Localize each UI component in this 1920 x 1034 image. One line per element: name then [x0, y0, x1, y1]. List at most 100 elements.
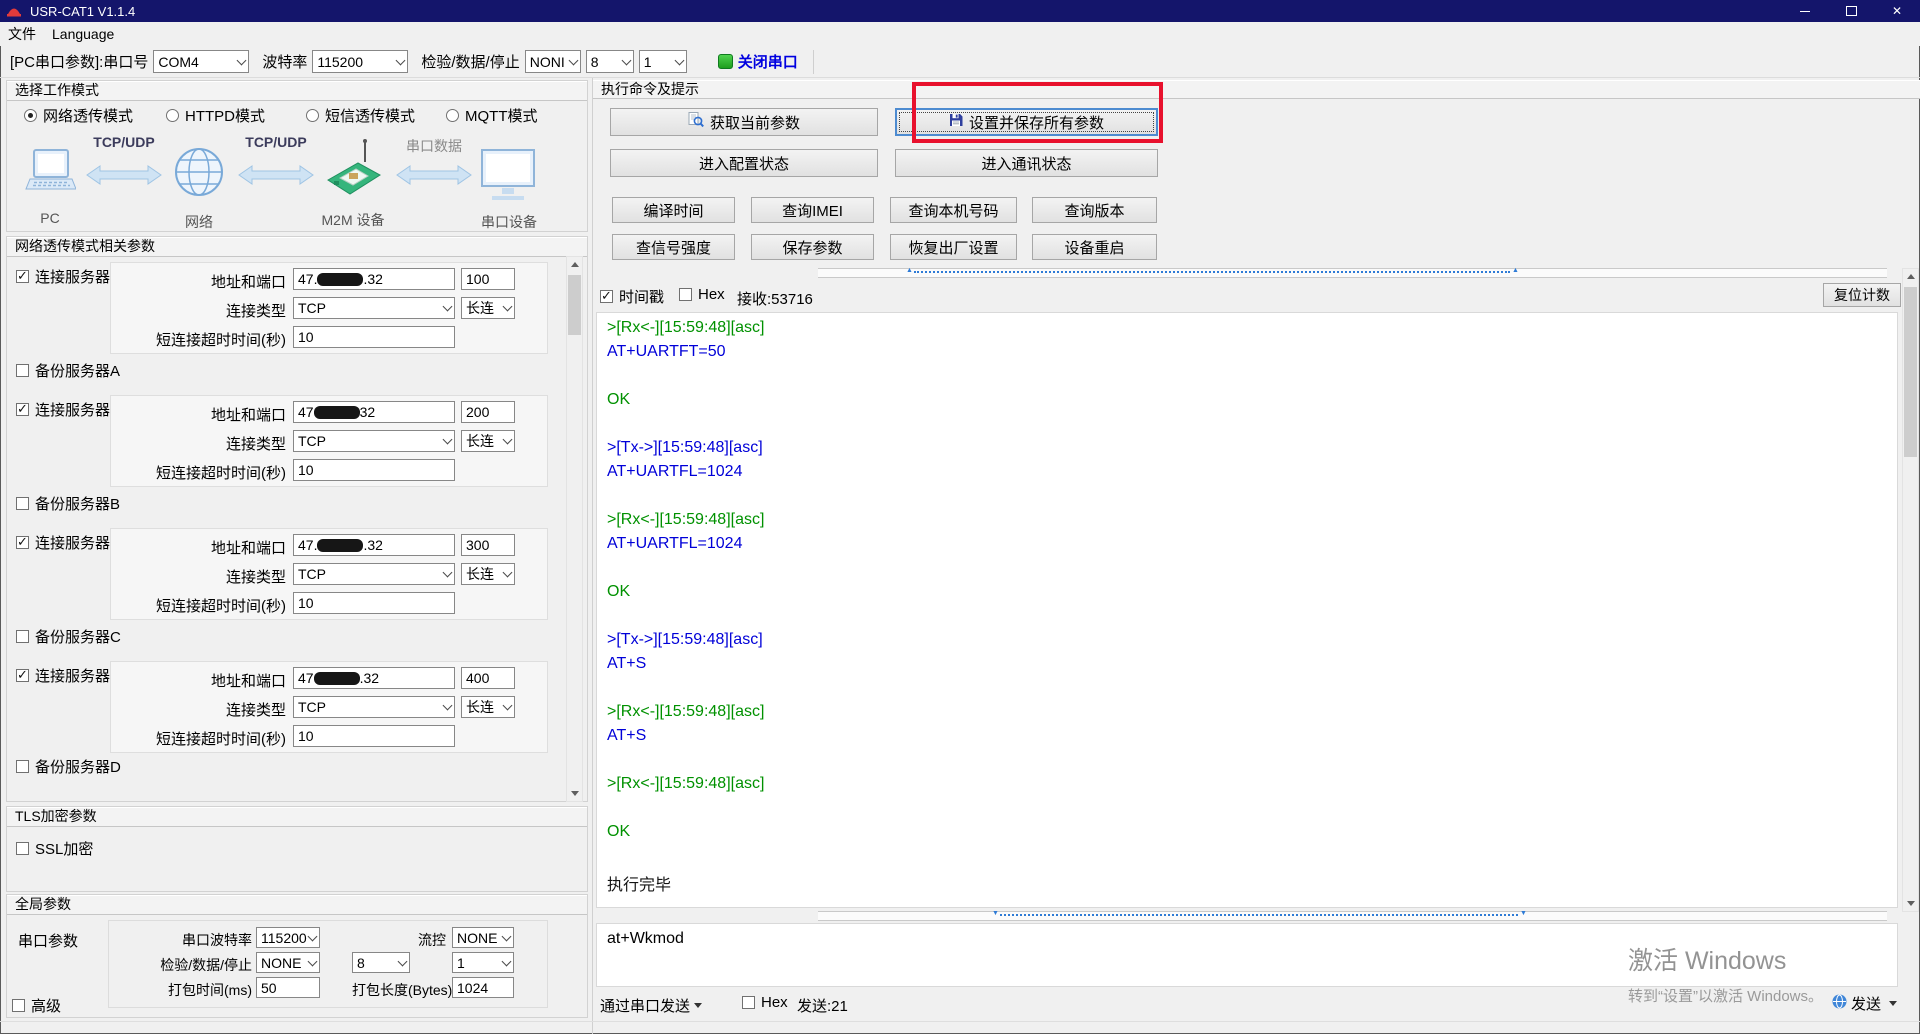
commands-title: 执行命令及提示	[593, 80, 1920, 99]
radio-net-transparent-mode[interactable]: 网络透传模式	[24, 105, 133, 126]
server-a-conn-mode-select[interactable]: 长连	[461, 297, 515, 319]
set-save-all-params-button[interactable]: 设置并保存所有参数	[895, 108, 1158, 136]
flow-control-select[interactable]: NONE	[452, 927, 514, 948]
log-line-blank	[607, 367, 1887, 391]
checkbox-icon	[16, 630, 29, 643]
server-d-conn-mode-select[interactable]: 长连	[461, 696, 515, 718]
checkbox-timestamp[interactable]: 时间戳	[600, 286, 664, 307]
scroll-down-icon[interactable]	[1903, 896, 1918, 911]
send-button[interactable]: 发送	[1832, 993, 1897, 1014]
server-c-timeout-input[interactable]: 10	[293, 592, 455, 614]
enter-config-state-button[interactable]: 进入配置状态	[610, 149, 878, 177]
server-d-type-select[interactable]: TCP	[293, 696, 455, 718]
query-phone-number-button[interactable]: 查询本机号码	[890, 197, 1017, 223]
server-d-timeout-input[interactable]: 10	[293, 725, 455, 747]
server-a-panel: 地址和端口 47..32 100 连接类型 TCP 长连 短连接超时时间(秒) …	[110, 262, 548, 354]
log-output[interactable]: >[Rx<-][15:59:48][asc] AT+UARTFT=50 OK >…	[596, 312, 1898, 908]
chevron-down-icon	[502, 931, 512, 941]
scrollbar-thumb[interactable]	[1904, 287, 1917, 457]
log-scrollbar[interactable]	[1902, 268, 1919, 912]
server-b-type-select[interactable]: TCP	[293, 430, 455, 452]
radio-sms-mode[interactable]: 短信透传模式	[306, 105, 415, 126]
server-a-timeout-input[interactable]: 10	[293, 326, 455, 348]
addr-port-label: 地址和端口	[111, 670, 286, 691]
panel-divider	[592, 78, 593, 1034]
server-c-address-input[interactable]: 47..32	[293, 534, 455, 556]
log-line: >[Rx<-][15:59:48][asc]	[607, 511, 1887, 535]
save-params-button[interactable]: 保存参数	[751, 234, 874, 260]
radio-httpd-mode[interactable]: HTTPD模式	[166, 105, 265, 126]
checkbox-advanced[interactable]: 高级	[12, 995, 61, 1016]
server-a-type-select[interactable]: TCP	[293, 297, 455, 319]
server-b-port-input[interactable]: 200	[461, 401, 515, 423]
checkbox-send-hex[interactable]: Hex	[742, 994, 788, 1011]
get-current-params-button[interactable]: 获取当前参数	[610, 108, 878, 136]
log-line-blank	[607, 751, 1887, 775]
checkbox-connect-server-c[interactable]: 连接服务器C	[16, 532, 121, 553]
scrollbar-thumb[interactable]	[568, 275, 581, 335]
log-line: >[Rx<-][15:59:48][asc]	[607, 703, 1887, 727]
com-port-select[interactable]: COM4	[153, 50, 249, 73]
databits-select[interactable]: 8	[586, 50, 634, 73]
checkbox-log-hex[interactable]: Hex	[679, 286, 725, 303]
server-b-address-input[interactable]: 4732	[293, 401, 455, 423]
stopbits-select[interactable]: 1	[639, 50, 687, 73]
server-d-port-input[interactable]: 400	[461, 667, 515, 689]
maximize-button[interactable]	[1828, 0, 1874, 22]
scroll-up-icon[interactable]	[1903, 269, 1918, 284]
radio-icon	[446, 109, 459, 122]
left-panel-scrollbar[interactable]	[566, 256, 583, 802]
server-a-address-input[interactable]: 47..32	[293, 268, 455, 290]
network-params-title: 网络透传模式相关参数	[7, 237, 587, 257]
log-top-scrollbar[interactable]: ▲▲	[818, 268, 1887, 278]
global-parity-select[interactable]: NONE	[256, 952, 320, 973]
device-restart-button[interactable]: 设备重启	[1032, 234, 1157, 260]
server-b-conn-mode-select[interactable]: 长连	[461, 430, 515, 452]
close-port-button[interactable]: 关闭串口	[738, 51, 798, 72]
enter-comm-state-button[interactable]: 进入通讯状态	[895, 149, 1158, 177]
pack-length-input[interactable]: 1024	[452, 977, 514, 998]
server-b-timeout-input[interactable]: 10	[293, 459, 455, 481]
send-via-serial-button[interactable]: 通过串口发送	[600, 995, 702, 1016]
query-version-button[interactable]: 查询版本	[1032, 197, 1157, 223]
checkbox-connect-server-a[interactable]: 连接服务器A	[16, 266, 120, 287]
log-bottom-scrollbar[interactable]: ▼▼	[818, 911, 1887, 921]
server-a-port-input[interactable]: 100	[461, 268, 515, 290]
global-stopbits-select[interactable]: 1	[452, 952, 514, 973]
checkbox-backup-server-d[interactable]: 备份服务器D	[16, 756, 121, 777]
checkbox-icon	[16, 842, 29, 855]
radio-mqtt-mode[interactable]: MQTT模式	[446, 105, 538, 126]
global-baud-select[interactable]: 115200	[256, 927, 320, 948]
minimize-button[interactable]	[1782, 0, 1828, 22]
query-signal-button[interactable]: 查信号强度	[612, 234, 735, 260]
sent-counter: 发送:21	[797, 995, 848, 1016]
factory-reset-button[interactable]: 恢复出厂设置	[890, 234, 1017, 260]
server-c-type-select[interactable]: TCP	[293, 563, 455, 585]
chevron-down-icon	[443, 701, 453, 711]
pack-time-input[interactable]: 50	[256, 977, 320, 998]
checkbox-backup-server-c[interactable]: 备份服务器C	[16, 626, 121, 647]
global-params-title: 全局参数	[7, 895, 587, 915]
baud-select[interactable]: 115200	[312, 50, 408, 73]
server-c-port-input[interactable]: 300	[461, 534, 515, 556]
scroll-down-icon[interactable]	[567, 786, 582, 801]
menu-language[interactable]: Language	[44, 26, 122, 42]
reset-counter-button[interactable]: 复位计数	[1823, 283, 1901, 307]
checkbox-backup-server-a[interactable]: 备份服务器A	[16, 360, 120, 381]
server-d-address-input[interactable]: 47.32	[293, 667, 455, 689]
checkbox-connect-server-d[interactable]: 连接服务器D	[16, 665, 121, 686]
menu-file[interactable]: 文件	[0, 24, 44, 44]
checkbox-ssl[interactable]: SSL加密	[16, 838, 93, 859]
global-baud-label: 串口波特率	[130, 930, 252, 950]
scroll-up-icon[interactable]	[567, 257, 582, 272]
compile-time-button[interactable]: 编译时间	[612, 197, 735, 223]
checkbox-connect-server-b[interactable]: 连接服务器B	[16, 399, 120, 420]
checkbox-backup-server-b[interactable]: 备份服务器B	[16, 493, 120, 514]
close-button[interactable]: ✕	[1874, 0, 1920, 22]
server-c-conn-mode-select[interactable]: 长连	[461, 563, 515, 585]
node-label-serial-device: 串口设备	[466, 212, 552, 232]
query-imei-button[interactable]: 查询IMEI	[751, 197, 874, 223]
parity-select[interactable]: NONI	[525, 50, 581, 73]
global-databits-select[interactable]: 8	[352, 952, 410, 973]
arrow-icon	[86, 165, 162, 190]
